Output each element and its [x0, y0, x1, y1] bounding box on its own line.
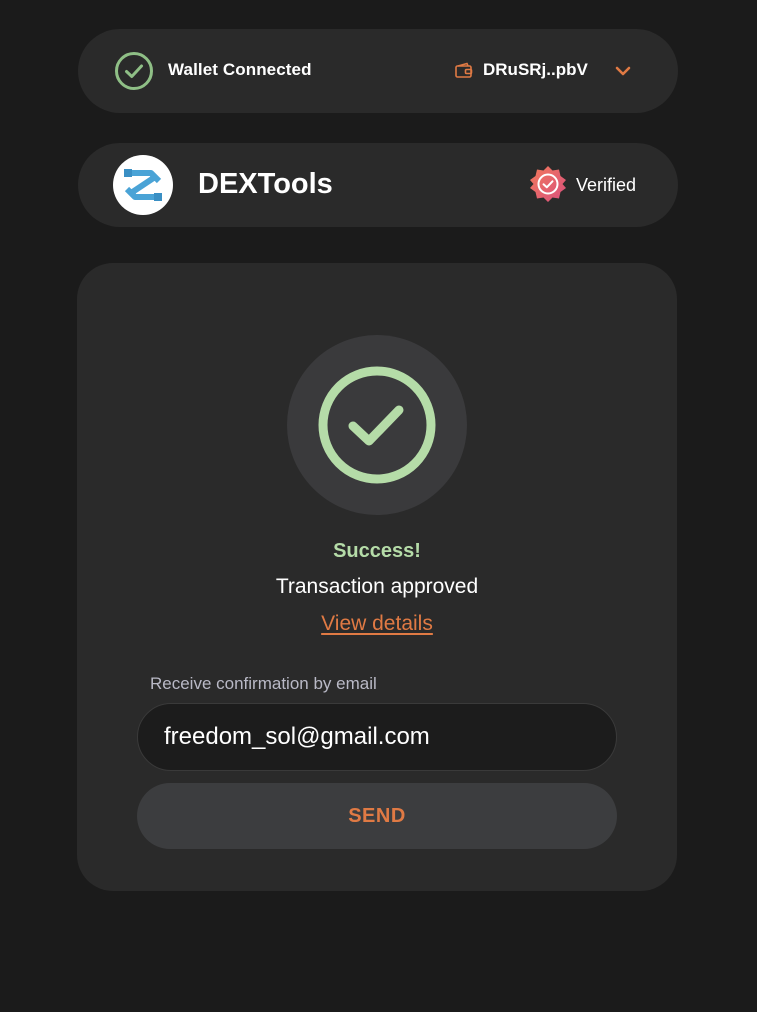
wallet-bar: Wallet Connected DRuSRj..pbV — [78, 29, 678, 113]
wallet-icon — [455, 62, 473, 78]
check-circle-icon — [115, 52, 153, 90]
verified-badge-icon — [530, 166, 566, 202]
email-label: Receive confirmation by email — [150, 674, 377, 693]
success-badge — [287, 335, 467, 515]
app-bar: DEXTools Verified — [78, 143, 678, 227]
transaction-result-panel: Success! Transaction approved View detai… — [77, 263, 677, 891]
success-check-icon — [318, 366, 436, 484]
wallet-status-text: Wallet Connected — [168, 60, 312, 79]
wallet-address[interactable]: DRuSRj..pbV — [483, 60, 588, 80]
app-name: DEXTools — [198, 168, 333, 200]
verified-label: Verified — [576, 175, 637, 195]
success-message: Transaction approved — [275, 575, 479, 598]
dextools-logo — [113, 155, 173, 215]
chevron-down-icon[interactable] — [614, 63, 632, 79]
view-details-link[interactable]: View details — [77, 612, 677, 636]
send-button[interactable]: SEND — [137, 783, 617, 849]
success-title: Success! — [333, 540, 421, 562]
email-input[interactable] — [137, 703, 617, 771]
